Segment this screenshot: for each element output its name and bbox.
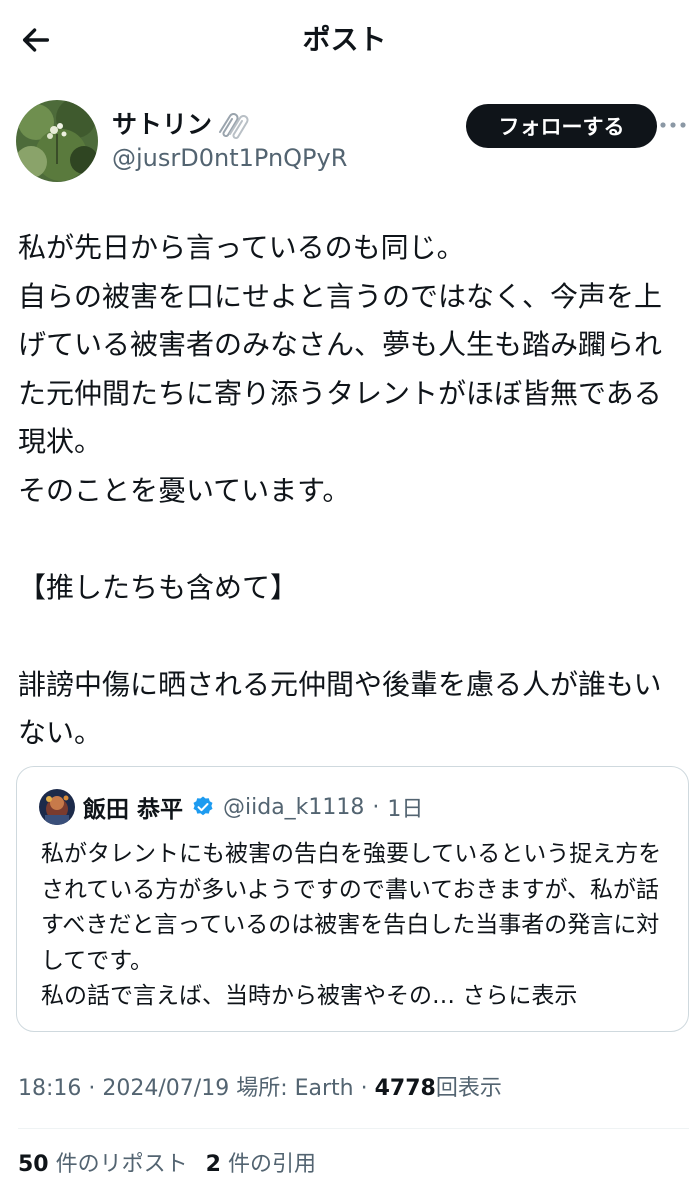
quoted-author-handle: @iida_k1118 [223,794,365,820]
quotes-label: 件の引用 [227,1152,316,1177]
post-time: 18:16 [18,1076,82,1101]
meta-separator: · [360,1076,368,1101]
post-stats: 50 件のリポスト 2 件の引用 [18,1148,316,1182]
show-more-link[interactable]: さらに表示 [462,983,577,1009]
author-handle[interactable]: @jusrD0nt1PnQPyR [112,142,347,174]
paperclip-icon [219,113,249,140]
avatar[interactable] [16,100,98,182]
reposts-label: 件のリポスト [55,1152,188,1177]
divider [18,1128,689,1129]
more-icon [660,122,686,128]
quoted-avatar [39,789,75,825]
author-name-row: サトリン [112,108,250,142]
post-date: 2024/07/19 [102,1076,230,1101]
quotes-count: 2 [205,1152,221,1177]
reposts-count: 50 [18,1152,49,1177]
reposts-stat[interactable]: 50 件のリポスト [18,1148,188,1182]
post-meta: 18:16 · 2024/07/19 場所: Earth · 4778回表示 [18,1072,502,1106]
post-location: 場所: Earth [236,1076,354,1101]
post-text: 私が先日から言っているのも同じ。 自らの被害を口にせよと言うのではなく、今声を上… [18,231,663,749]
follow-button[interactable]: フォローする [466,104,657,148]
page-title: ポスト [302,23,387,56]
quoted-post[interactable]: 飯田 恭平 @iida_k1118 · 1日 私がタレントにも被害の告白を強要し… [16,766,689,1032]
quoted-post-text: 私がタレントにも被害の告白を強要しているという捉え方をされている方が多いようです… [41,837,671,1015]
more-button[interactable] [658,110,688,140]
views-count: 4778 [374,1076,436,1101]
author-name[interactable]: サトリン [112,108,212,142]
quoted-author-name: 飯田 恭平 [83,797,184,823]
views-label: 回表示 [435,1076,502,1101]
verified-badge-icon [193,796,213,816]
quoted-time: 1日 [387,797,424,822]
quoted-post-header: 飯田 恭平 @iida_k1118 · 1日 [39,789,423,825]
author-row: サトリン @jusrD0nt1PnQPyR フォローする [16,100,686,184]
header: ポスト [0,0,689,80]
quoted-separator: · [372,794,380,820]
quotes-stat[interactable]: 2 件の引用 [206,1148,316,1182]
meta-separator: · [88,1076,96,1101]
